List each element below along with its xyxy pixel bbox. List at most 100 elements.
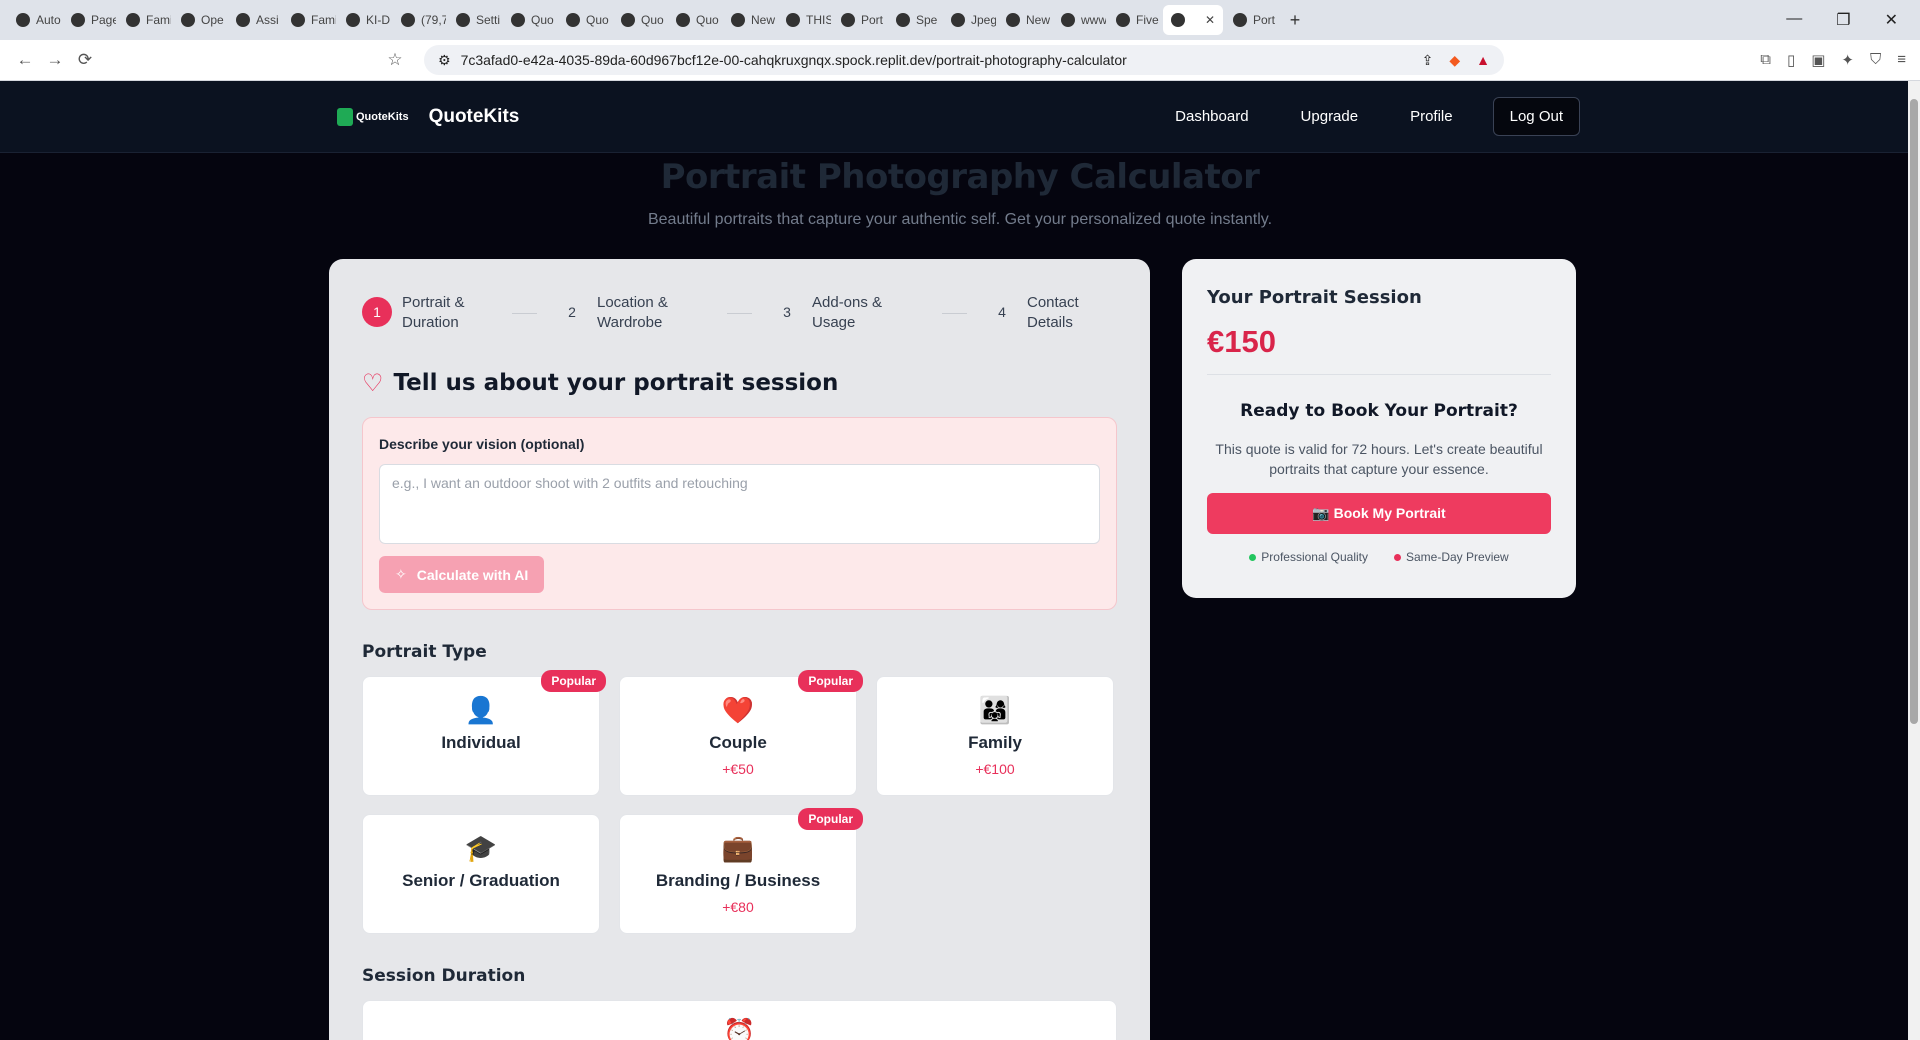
step-label: Location & Wardrobe xyxy=(597,294,668,331)
browser-tab[interactable]: Port xyxy=(1225,5,1278,35)
logout-button[interactable]: Log Out xyxy=(1492,97,1580,136)
browser-tab[interactable]: ✕ xyxy=(1163,5,1223,35)
step-4[interactable]: 4 Contact Details xyxy=(987,293,1117,333)
step-3[interactable]: 3 Add-ons & Usage xyxy=(772,293,922,333)
tab-favicon-icon xyxy=(896,13,910,27)
browser-tab[interactable]: New xyxy=(723,5,776,35)
browser-tab[interactable]: Quo xyxy=(613,5,666,35)
tab-title: Five xyxy=(1136,13,1159,27)
browser-tab[interactable]: Port xyxy=(833,5,886,35)
url-field[interactable]: ⚙ 7c3afad0-e42a-4035-89da-60d967bcf12e-0… xyxy=(424,45,1504,75)
vision-input[interactable]: e.g., I want an outdoor shoot with 2 out… xyxy=(379,464,1100,544)
tab-title: Page xyxy=(91,13,116,27)
tab-favicon-icon xyxy=(511,13,525,27)
type-name: Couple xyxy=(709,733,767,752)
type-card-branding[interactable]: Popular 💼 Branding / Business +€80 xyxy=(619,808,863,934)
browser-tab[interactable]: Page xyxy=(63,5,116,35)
close-window-icon[interactable]: ✕ xyxy=(1885,10,1898,30)
popular-badge: Popular xyxy=(798,808,863,830)
site-info-icon[interactable]: ⚙ xyxy=(438,52,451,69)
tab-title: Jpeg xyxy=(971,13,996,27)
duration-card[interactable]: ⏰ xyxy=(362,1000,1117,1040)
person-icon: 👤 xyxy=(464,695,498,725)
browser-tab[interactable]: Spe xyxy=(888,5,941,35)
page-viewport: QuoteKits QuoteKits Dashboard Upgrade Pr… xyxy=(0,81,1920,1040)
back-icon[interactable]: ← xyxy=(10,50,40,70)
extensions-icon[interactable]: ⧉ xyxy=(1760,51,1771,69)
sparkle-icon: ✧ xyxy=(395,566,407,582)
tab-favicon-icon xyxy=(676,13,690,27)
portrait-type-title: Portrait Type xyxy=(362,642,487,662)
nav-dashboard[interactable]: Dashboard xyxy=(1149,108,1274,125)
brave-rewards-icon[interactable]: ▲ xyxy=(1476,52,1490,69)
briefcase-icon: 💼 xyxy=(721,833,755,863)
url-text: 7c3afad0-e42a-4035-89da-60d967bcf12e-00-… xyxy=(460,52,1127,68)
type-card-family[interactable]: 👨‍👩‍👧 Family +€100 xyxy=(876,676,1114,796)
step-label: Contact Details xyxy=(1027,294,1079,331)
browser-tab[interactable]: Quo xyxy=(503,5,556,35)
browser-tab[interactable]: Fami xyxy=(118,5,171,35)
tab-favicon-icon xyxy=(841,13,855,27)
step-divider xyxy=(727,312,752,314)
book-portrait-button[interactable]: 📷 Book My Portrait xyxy=(1207,493,1551,534)
nav-upgrade[interactable]: Upgrade xyxy=(1275,108,1385,125)
new-tab-icon[interactable]: + xyxy=(1280,10,1310,31)
tab-title: Assi xyxy=(256,13,279,27)
step-2[interactable]: 2 Location & Wardrobe xyxy=(557,293,707,333)
tab-favicon-icon xyxy=(401,13,415,27)
restore-icon[interactable]: ❐ xyxy=(1836,10,1850,30)
type-card-senior[interactable]: 🎓 Senior / Graduation xyxy=(362,814,600,934)
heart-icon: ♡ xyxy=(362,369,384,397)
leo-icon[interactable]: ✦ xyxy=(1841,51,1854,69)
nav-profile[interactable]: Profile xyxy=(1384,108,1479,125)
window-controls: — ❐ ✕ xyxy=(1786,10,1912,30)
forward-icon[interactable]: → xyxy=(40,50,70,70)
scroll-thumb[interactable] xyxy=(1910,99,1918,724)
browser-tab[interactable]: Ope xyxy=(173,5,226,35)
browser-tab[interactable]: Quo xyxy=(558,5,611,35)
browser-tab[interactable]: Assi xyxy=(228,5,281,35)
brand-name[interactable]: QuoteKits xyxy=(429,106,520,128)
tab-favicon-icon xyxy=(1116,13,1130,27)
tab-title: New xyxy=(1026,13,1051,27)
step-1[interactable]: 1 Portrait & Duration xyxy=(362,293,492,333)
vpn-icon[interactable]: ⛉ xyxy=(1870,51,1881,69)
browser-tab[interactable]: New xyxy=(998,5,1051,35)
ready-title: Ready to Book Your Portrait? xyxy=(1240,401,1518,421)
browser-tab[interactable]: Fami xyxy=(283,5,336,35)
tab-close-icon[interactable]: ✕ xyxy=(1205,13,1215,27)
tab-favicon-icon xyxy=(126,13,140,27)
browser-tab[interactable]: THIS xyxy=(778,5,831,35)
tab-title: Setti xyxy=(476,13,501,27)
tab-title: Fami xyxy=(311,13,336,27)
wallet-icon[interactable]: ▣ xyxy=(1811,51,1825,69)
feature-preview: Same-Day Preview xyxy=(1394,550,1509,564)
menu-icon[interactable]: ≡ xyxy=(1897,51,1906,69)
browser-tab[interactable]: Five xyxy=(1108,5,1161,35)
browser-tab[interactable]: (79,7 xyxy=(393,5,446,35)
reload-icon[interactable]: ⟳ xyxy=(70,50,100,70)
bookmark-icon[interactable]: ☆ xyxy=(380,50,410,70)
step-number: 4 xyxy=(998,304,1006,320)
browser-tab[interactable]: Jpeg xyxy=(943,5,996,35)
sidebar-icon[interactable]: ▯ xyxy=(1787,51,1795,69)
minimize-icon[interactable]: — xyxy=(1786,10,1802,30)
brave-shield-icon[interactable]: ◆ xyxy=(1449,52,1460,69)
browser-tab[interactable]: KI-D xyxy=(338,5,391,35)
tab-title: Quo xyxy=(586,13,609,27)
calculate-ai-button[interactable]: ✧ Calculate with AI xyxy=(379,556,545,593)
logo[interactable]: QuoteKits xyxy=(337,107,409,126)
step-label: Portrait & Duration xyxy=(402,294,465,331)
page-scrollbar[interactable] xyxy=(1908,81,1920,1040)
type-card-couple[interactable]: Popular ❤️ Couple +€50 xyxy=(619,670,863,796)
browser-tab[interactable]: Quo xyxy=(668,5,721,35)
browser-tab[interactable]: www xyxy=(1053,5,1106,35)
hearts-icon: ❤️ xyxy=(721,695,755,725)
step-divider xyxy=(942,312,967,314)
share-icon[interactable]: ⇪ xyxy=(1422,52,1434,69)
type-price: +€100 xyxy=(975,761,1015,777)
step-divider xyxy=(512,312,537,314)
browser-tab[interactable]: Setti xyxy=(448,5,501,35)
browser-tab[interactable]: Auto xyxy=(8,5,61,35)
type-card-individual[interactable]: Popular 👤 Individual xyxy=(362,670,606,796)
